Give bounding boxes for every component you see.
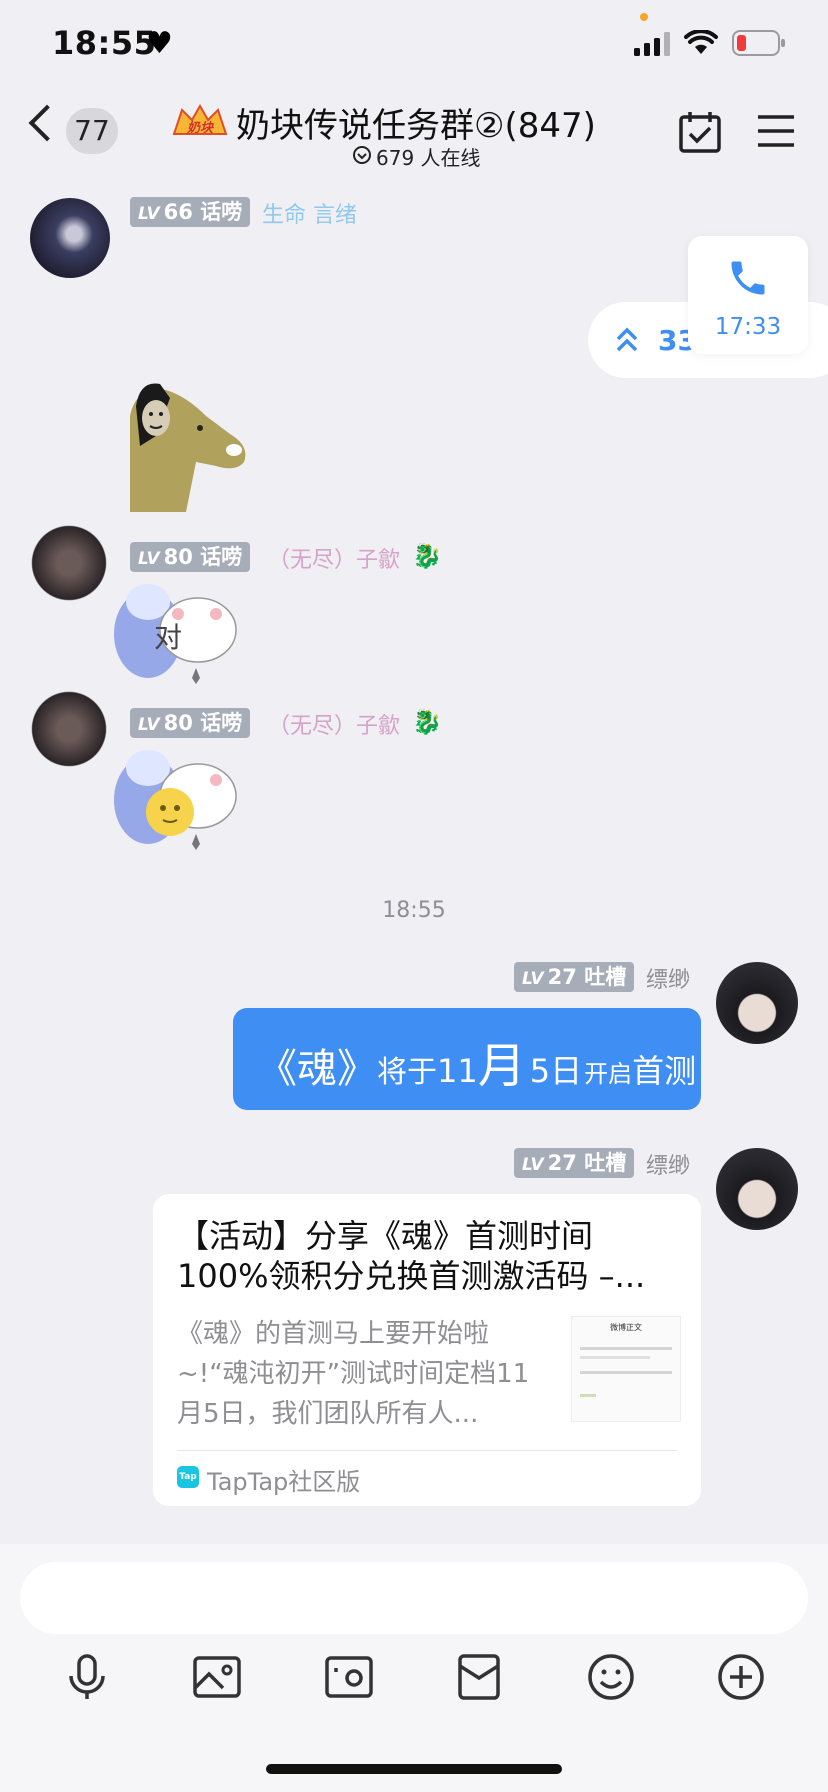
group-title[interactable]: 奶块传说任务群②(847) bbox=[236, 98, 596, 147]
microphone-icon[interactable] bbox=[62, 1652, 112, 1702]
red-packet-icon[interactable] bbox=[454, 1652, 504, 1702]
sender-name[interactable]: （无尽）子歙 bbox=[268, 708, 400, 740]
cellular-signal-icon bbox=[634, 32, 670, 56]
share-card-source: TapTap社区版 bbox=[207, 1468, 361, 1496]
wifi-icon bbox=[684, 30, 718, 54]
level-badge: LV 80 话唠 bbox=[130, 542, 251, 572]
share-card-thumbnail: 微博正文 bbox=[571, 1316, 681, 1422]
sticker-text: 对 bbox=[154, 621, 183, 654]
home-indicator bbox=[266, 1764, 562, 1774]
dragon-icon: 🐉 bbox=[412, 708, 442, 736]
horse-sticker-image[interactable] bbox=[126, 376, 254, 512]
avatar[interactable] bbox=[716, 962, 798, 1044]
time-divider: 18:55 bbox=[382, 898, 446, 923]
avatar[interactable] bbox=[26, 520, 112, 606]
double-chevron-up-icon bbox=[616, 327, 638, 352]
share-card[interactable]: 【活动】分享《魂》首测时间100%领积分兑换首测激活码 –... 《魂》的首测马… bbox=[153, 1194, 701, 1506]
avatar[interactable] bbox=[30, 198, 110, 278]
sender-name[interactable]: 生命 言绪 bbox=[262, 197, 357, 229]
share-card-title: 【活动】分享《魂》首测时间100%领积分兑换首测激活码 –... bbox=[177, 1217, 646, 1295]
plus-icon[interactable] bbox=[716, 1652, 766, 1702]
avatar[interactable] bbox=[26, 686, 112, 772]
battery-icon bbox=[732, 30, 785, 56]
svg-text:奶块: 奶块 bbox=[187, 120, 214, 136]
share-card-description: 《魂》的首测马上要开始啦~!“魂沌初开”测试时间定档11月5日，我们团队所有人.… bbox=[177, 1319, 530, 1429]
emoji-icon[interactable] bbox=[586, 1652, 636, 1702]
menu-icon[interactable] bbox=[756, 114, 796, 148]
level-badge: LV 27 吐槽 bbox=[514, 962, 635, 992]
call-duration: 17:33 bbox=[714, 314, 782, 340]
level-badge: LV 66 话唠 bbox=[130, 197, 251, 227]
sender-name[interactable]: 缥缈 bbox=[646, 1148, 690, 1180]
heart-icon: ♥ bbox=[146, 26, 173, 61]
card-divider bbox=[177, 1450, 677, 1451]
avatar[interactable] bbox=[716, 1148, 798, 1230]
message-input[interactable] bbox=[20, 1562, 808, 1634]
sender-name[interactable]: 缥缈 bbox=[646, 962, 690, 994]
online-count: 679 人在线 bbox=[376, 146, 481, 170]
phone-icon bbox=[731, 261, 765, 295]
dragon-icon: 🐉 bbox=[412, 542, 442, 570]
message-bubble[interactable]: 《魂》将于11月 5日开启首测 bbox=[233, 1008, 701, 1110]
seal-moon-sticker-image[interactable] bbox=[108, 740, 240, 852]
unread-count-badge[interactable]: 77 bbox=[66, 108, 118, 154]
privacy-indicator-dot bbox=[640, 13, 648, 21]
sender-name[interactable]: （无尽）子歙 bbox=[268, 542, 400, 574]
level-badge: LV 80 话唠 bbox=[130, 708, 251, 738]
online-status-icon bbox=[353, 146, 371, 164]
camera-icon[interactable] bbox=[324, 1652, 374, 1702]
image-icon[interactable] bbox=[192, 1652, 242, 1702]
taptap-icon: Tap bbox=[177, 1466, 199, 1488]
group-logo-icon: 奶块 bbox=[172, 104, 228, 136]
calendar-check-icon[interactable] bbox=[678, 110, 722, 154]
status-time: 18:55 bbox=[52, 24, 157, 62]
level-badge: LV 27 吐槽 bbox=[514, 1148, 635, 1178]
